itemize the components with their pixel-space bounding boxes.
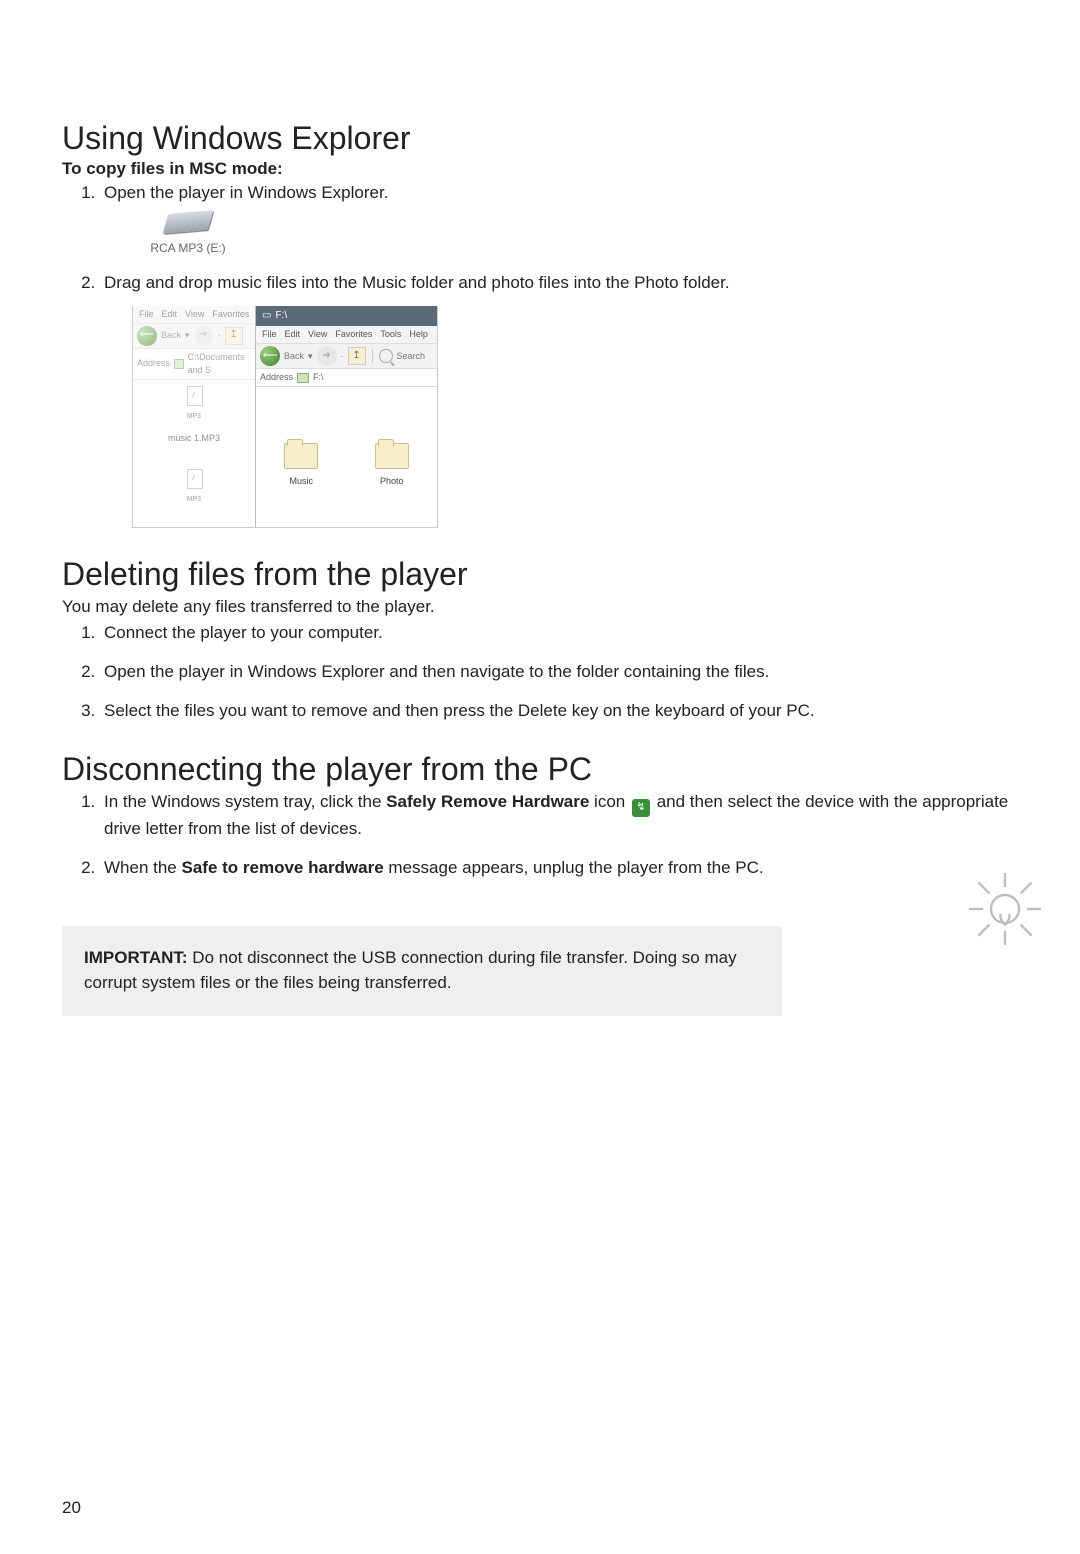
step-delete: Select the files you want to remove and …: [100, 699, 1018, 724]
folder-icon: [375, 443, 409, 469]
mp3-tag: MP3: [187, 412, 201, 422]
heading-deleting-files: Deleting files from the player: [62, 556, 1018, 593]
back-icon: ⟵: [260, 346, 280, 366]
bold-safely-remove-hardware: Safely Remove Hardware: [386, 792, 589, 811]
content-area: MP3 music 1.MP3 MP3: [133, 380, 255, 527]
safely-remove-hardware-icon: ↯: [632, 799, 650, 817]
step-drag-drop: Drag and drop music files into the Music…: [100, 271, 1018, 528]
menu-view: View: [185, 308, 204, 321]
intro-deleting: You may delete any files transferred to …: [62, 595, 1018, 620]
up-folder-icon: ↥: [348, 347, 366, 365]
menu-file: File: [139, 308, 154, 321]
search-label: Search: [397, 350, 426, 363]
dash: ·: [218, 329, 221, 342]
text-fragment: message appears, unplug the player from …: [384, 858, 764, 877]
folder-icon: [284, 443, 318, 469]
search-icon: [379, 349, 393, 363]
text-fragment: In the Windows system tray, click the: [104, 792, 386, 811]
mp3-file-icon: MP3: [181, 386, 207, 422]
toolbar: ⟵ Back ▾ ➔ · ↥: [133, 324, 255, 349]
separator: [372, 349, 373, 363]
back-label: Back: [161, 329, 181, 342]
step-text: Open the player in Windows Explorer.: [104, 183, 388, 202]
toolbar: ⟵ Back ▾ ➔ · ↥ Search: [256, 344, 437, 369]
drive-figure: RCA MP3 (E:): [146, 212, 230, 257]
address-folder-icon: [174, 359, 184, 369]
folder-label: Music: [289, 475, 313, 488]
menu-view: View: [308, 328, 327, 341]
note-icon: [181, 386, 207, 412]
tip-sun-icon: [966, 870, 1044, 948]
text-fragment: icon: [589, 792, 630, 811]
menu-edit: Edit: [285, 328, 301, 341]
step-safely-remove: In the Windows system tray, click the Sa…: [100, 790, 1018, 842]
menu-edit: Edit: [162, 308, 178, 321]
forward-icon: ➔: [194, 326, 214, 346]
important-label: IMPORTANT:: [84, 948, 188, 967]
text-fragment: When the: [104, 858, 182, 877]
dropdown-arrow-icon: ▾: [185, 329, 190, 342]
menubar: File Edit View Favorites Tools Help: [256, 326, 437, 344]
title-bar: ▭ F:\: [256, 306, 437, 327]
note-icon: [181, 469, 207, 495]
step-connect: Connect the player to your computer.: [100, 621, 1018, 646]
menu-tools: Tools: [380, 328, 401, 341]
folder-photo: Photo: [375, 443, 409, 488]
content-area: Music Photo: [256, 387, 437, 526]
file-label: music 1.MP3: [168, 432, 220, 445]
step-navigate: Open the player in Windows Explorer and …: [100, 660, 1018, 685]
back-icon: ⟵: [137, 326, 157, 346]
explorer-right-pane: ▭ F:\ File Edit View Favorites Tools Hel…: [255, 306, 437, 527]
address-drive-icon: [297, 373, 309, 383]
dropdown-arrow-icon: ▾: [308, 350, 313, 363]
menu-favorites: Favorites: [212, 308, 249, 321]
address-label: Address: [137, 357, 170, 370]
mp3-file-icon: MP3: [181, 469, 207, 505]
step-text: Drag and drop music files into the Music…: [104, 273, 730, 292]
removable-drive-icon: [163, 210, 214, 234]
menubar: File Edit View Favorites: [133, 306, 255, 324]
folder-music: Music: [284, 443, 318, 488]
subheading-msc-mode: To copy files in MSC mode:: [62, 159, 1018, 179]
menu-help: Help: [409, 328, 428, 341]
dash: ·: [341, 350, 344, 363]
window-title: F:\: [275, 309, 287, 324]
heading-using-explorer: Using Windows Explorer: [62, 120, 1018, 157]
drive-small-icon: ▭: [262, 309, 271, 324]
forward-icon: ➔: [317, 346, 337, 366]
explorer-left-pane: File Edit View Favorites ⟵ Back ▾ ➔ · ↥: [133, 306, 255, 527]
menu-favorites: Favorites: [335, 328, 372, 341]
address-bar: Address F:\: [256, 369, 437, 387]
step-unplug: When the Safe to remove hardware message…: [100, 856, 1018, 881]
address-bar: Address C:\Documents and S: [133, 349, 255, 380]
important-box: IMPORTANT: Do not disconnect the USB con…: [62, 926, 782, 1015]
address-value: F:\: [313, 371, 324, 384]
address-value: C:\Documents and S: [188, 351, 251, 377]
address-label: Address: [260, 371, 293, 384]
page-number: 20: [62, 1498, 81, 1518]
heading-disconnecting: Disconnecting the player from the PC: [62, 751, 1018, 788]
folder-label: Photo: [380, 475, 404, 488]
step-open-player: Open the player in Windows Explorer. RCA…: [100, 181, 1018, 257]
up-folder-icon: ↥: [225, 327, 243, 345]
bold-safe-to-remove: Safe to remove hardware: [182, 858, 384, 877]
mp3-tag: MP3: [187, 495, 201, 505]
drive-label: RCA MP3 (E:): [150, 240, 225, 257]
menu-file: File: [262, 328, 277, 341]
back-label: Back: [284, 350, 304, 363]
explorer-figure: File Edit View Favorites ⟵ Back ▾ ➔ · ↥: [132, 306, 438, 528]
